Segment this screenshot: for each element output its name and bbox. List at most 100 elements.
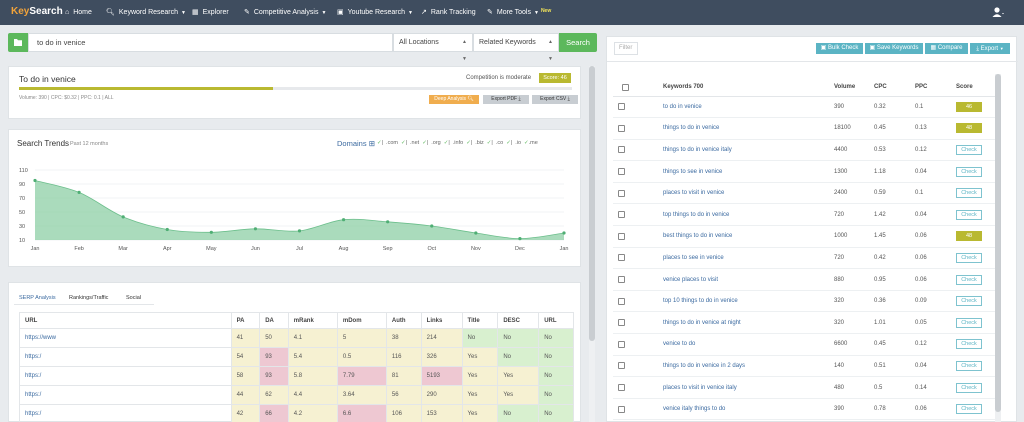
row-checkbox[interactable] [618,168,625,176]
serp-col-header[interactable]: mDom [336,312,387,329]
tab-serp-analysis[interactable]: SERP Analysis [19,295,56,301]
keyword-link[interactable]: top 10 things to do in venice [663,290,834,313]
serp-col-header[interactable]: DA [259,312,289,329]
row-checkbox[interactable] [618,340,625,348]
keysearch-logo[interactable]: KeySearch [11,6,63,18]
row-checkbox[interactable] [618,211,625,219]
check-button[interactable]: Check [956,360,982,371]
search-input[interactable]: to do in venice [28,33,393,52]
keyword-col-header[interactable]: CPC [874,79,915,97]
keyword-link[interactable]: things to see in venice [663,160,834,183]
nav-more-tools[interactable]: ✎ More Tools ▼ New [487,0,551,25]
serp-url-link[interactable]: https:/ [19,385,232,405]
export-pdf-button[interactable]: Export PDF ⤓ [483,95,529,104]
row-checkbox[interactable] [618,146,625,154]
check-button[interactable]: Check [956,144,982,155]
row-checkbox[interactable] [618,319,625,327]
domains-toggle[interactable]: Domains ⊞ [337,139,375,148]
keyword-col-header[interactable]: Score [956,79,999,97]
export-button[interactable]: ⤓ Export ▼ [970,43,1010,54]
nav-explorer[interactable]: ▦ Explorer [192,0,229,25]
serp-col-header[interactable]: mRank [287,312,338,329]
nav-youtube-research[interactable]: ▣ Youtube Research ▼ [337,0,413,25]
folder-button[interactable] [8,33,28,52]
serp-url-link[interactable]: https:/ [19,404,232,422]
domain-filter[interactable]: ✓.me [524,140,538,146]
domain-filter[interactable]: ✓| .com [377,140,398,146]
keyword-link[interactable]: places to visit in venice [663,182,834,205]
nav-home[interactable]: ⌂ Home [65,0,92,25]
tab-rankings-traffic[interactable]: Rankings/Traffic [69,295,108,301]
row-checkbox[interactable] [618,362,625,370]
nav-competitive-analysis[interactable]: ✎ Competitive Analysis ▼ [244,0,326,25]
keyword-link[interactable]: to do in venice [663,96,834,119]
deep-analysis-button[interactable]: Deep Analysis 🔍︎ [429,95,479,104]
check-button[interactable]: Check [956,252,982,263]
row-checkbox[interactable] [618,254,625,262]
serp-col-header[interactable]: PA [230,312,261,329]
check-button[interactable]: Check [956,339,982,350]
domain-filter[interactable]: ✓| .biz [466,140,484,146]
domain-filter[interactable]: ✓| .io [506,140,521,146]
serp-url-link[interactable]: https:/ [19,347,232,367]
keyword-col-header[interactable]: PPC [915,79,956,97]
serp-col-header[interactable]: URL [19,312,232,329]
serp-col-header[interactable]: Title [461,312,499,329]
filter-input[interactable]: Filter [614,42,638,55]
check-button[interactable]: Check [956,274,982,285]
serp-col-header[interactable]: DESC [497,312,540,329]
check-button[interactable]: Check [956,166,982,177]
keyword-col-header[interactable]: Keywords 700 [663,79,834,97]
serp-col-header[interactable]: URL [538,312,574,329]
check-button[interactable]: Check [956,404,982,415]
nav-rank-tracking[interactable]: ↗ Rank Tracking [421,0,476,25]
keyword-link[interactable]: things to do in venice at night [663,311,834,335]
tab-social[interactable]: Social [126,295,141,301]
domain-filter[interactable]: ✓| .net [401,140,419,146]
keyword-link[interactable]: best things to do in venice [663,225,834,248]
check-button[interactable]: Check [956,188,982,199]
domain-filter[interactable]: ✓| .co [487,140,503,146]
keyword-link[interactable]: venice italy things to do [663,398,834,421]
check-button[interactable]: Check [956,317,982,328]
keyword-link[interactable]: top things to do in venice [663,203,834,227]
domain-filter[interactable]: ✓| .info [444,140,463,146]
row-checkbox[interactable] [618,405,625,413]
row-checkbox[interactable] [618,276,625,283]
row-checkbox[interactable] [618,232,625,240]
keyword-link[interactable]: places to see in venice [663,247,834,270]
check-button[interactable]: Check [956,209,982,220]
keyword-list-scrollbar[interactable] [995,74,1001,422]
keyword-link[interactable]: things to do in venice in 2 days [663,355,834,378]
serp-col-header[interactable]: Links [420,312,463,329]
keyword-mode-select[interactable]: Related Keywords ▲ ▼ [473,33,559,62]
check-button[interactable]: Check [956,382,982,393]
keyword-link[interactable]: things to do in venice italy [663,139,834,162]
check-button[interactable]: Check [956,296,982,307]
nav-keyword-research[interactable]: 🔍︎ Keyword Research ▼ [106,0,186,25]
compare-button[interactable]: ▦ Compare [925,43,968,54]
save-keywords-button[interactable]: ▣ Save Keywords [865,43,923,54]
user-icon[interactable] [992,7,1004,18]
main-scrollbar[interactable] [589,66,595,422]
serp-url-link[interactable]: https://www [19,328,232,348]
select-all-checkbox[interactable] [622,83,629,91]
row-checkbox[interactable] [618,124,625,132]
keyword-link[interactable]: things to do in venice [663,117,834,140]
scrollbar-thumb[interactable] [995,74,1001,412]
keyword-col-header[interactable]: Volume [834,79,874,97]
keyword-link[interactable]: venice to do [663,333,834,356]
export-csv-button[interactable]: Export CSV ⤓ [532,95,578,104]
row-checkbox[interactable] [618,383,625,391]
serp-url-link[interactable]: https:/ [19,366,232,386]
keyword-link[interactable]: venice places to visit [663,268,834,291]
domain-filter[interactable]: ✓| .org [422,140,441,146]
keyword-link[interactable]: places to visit in venice italy [663,376,834,399]
scrollbar-thumb[interactable] [589,66,595,341]
search-button[interactable]: Search [559,33,597,52]
row-checkbox[interactable] [618,189,625,197]
serp-col-header[interactable]: Auth [385,312,422,329]
bulk-check-button[interactable]: ▣ Bulk Check [816,43,863,54]
location-select[interactable]: All Locations ▲ ▼ [393,33,473,62]
row-checkbox[interactable] [618,297,625,305]
